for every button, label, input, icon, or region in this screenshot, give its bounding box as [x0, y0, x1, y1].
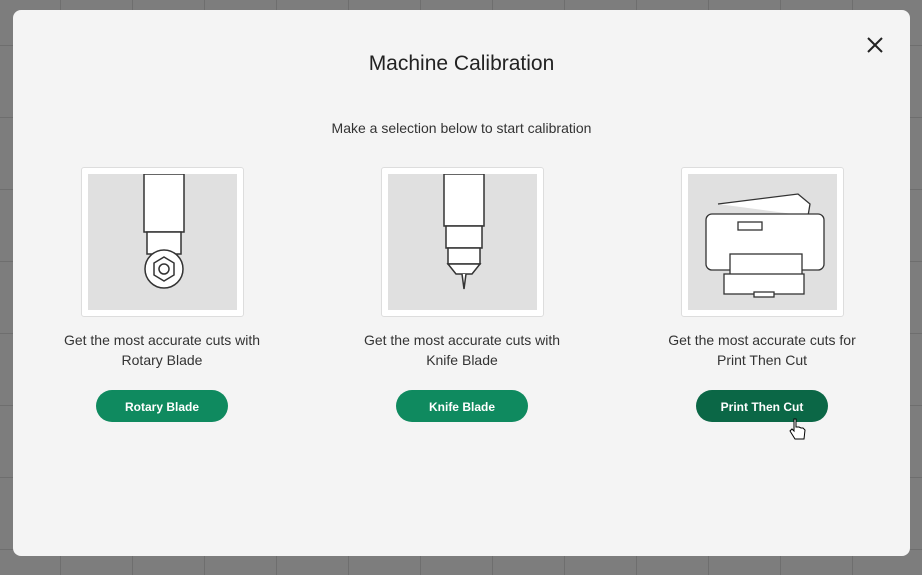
print-then-cut-button[interactable]: Print Then Cut	[696, 390, 828, 422]
rotary-card	[80, 167, 244, 317]
print-card	[680, 167, 844, 317]
close-icon[interactable]	[864, 34, 886, 56]
modal-title: Machine Calibration	[368, 52, 555, 75]
calibration-modal: Machine Calibration Make a selection bel…	[13, 10, 910, 556]
option-desc: Knife Blade	[426, 352, 498, 368]
knife-blade-icon	[442, 173, 485, 290]
knife-blade-button[interactable]: Knife Blade	[396, 390, 528, 422]
option-desc: Rotary Blade	[121, 352, 203, 368]
option-desc: Print Then Cut	[716, 352, 807, 368]
printer-icon	[704, 193, 825, 298]
option-knife: Get the most accurate cuts with Knife Bla…	[337, 167, 587, 422]
rotary-blade-button[interactable]: Rotary Blade	[96, 390, 228, 422]
option-print-then-cut: Get the most accurate cuts for Print Then…	[637, 167, 887, 422]
option-rotary: Get the most accurate cuts with Rotary Bl…	[37, 167, 287, 422]
modal-subtitle: Make a selection below to start calibrat…	[331, 120, 592, 136]
rotary-blade-icon	[142, 173, 185, 289]
option-desc: Get the most accurate cuts with	[363, 332, 561, 348]
knife-card	[380, 167, 544, 317]
option-desc: Get the most accurate cuts for	[668, 332, 856, 348]
option-desc: Get the most accurate cuts with	[63, 332, 261, 348]
hand-cursor-icon	[789, 418, 806, 440]
